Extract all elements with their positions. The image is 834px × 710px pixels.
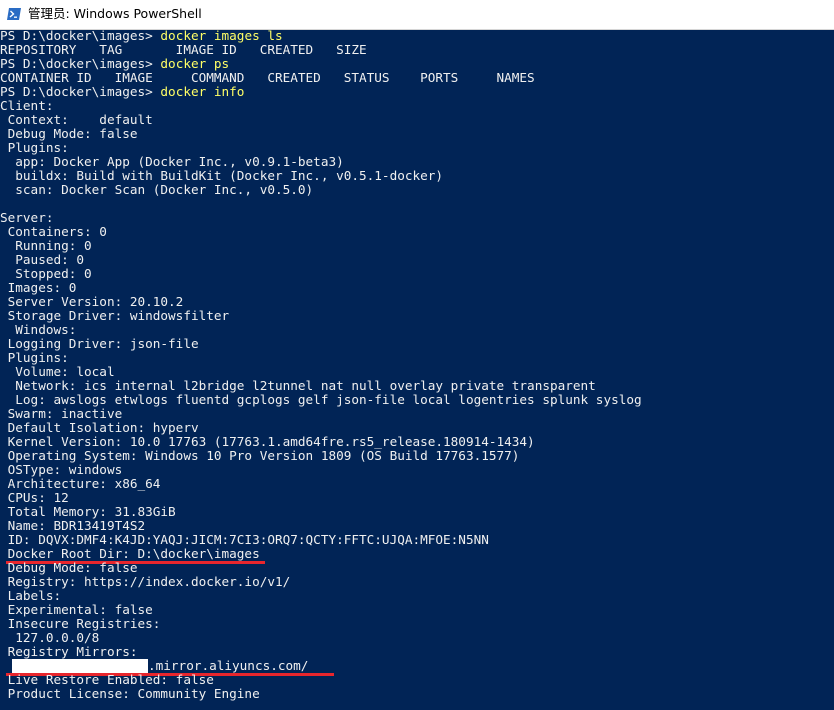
powershell-icon (7, 8, 21, 20)
output-line: ID: DQVX:DMF4:K4JD:YAQJ:JICM:7CI3:ORQ7:Q… (0, 532, 489, 547)
output-line: Images: 0 (0, 280, 77, 295)
output-line: Total Memory: 31.83GiB (0, 504, 176, 519)
output-line: Swarm: inactive (0, 406, 123, 421)
output-line: OSType: windows (0, 462, 123, 477)
output-line: Log: awslogs etwlogs fluentd gcplogs gel… (0, 392, 642, 407)
output-line: Windows: (0, 322, 77, 337)
window-title: 管理员: Windows PowerShell (28, 6, 202, 21)
output-line: Stopped: 0 (0, 266, 92, 281)
output-line: Live Restore Enabled: false (0, 672, 214, 687)
output-line: Name: BDR13419T4S2 (0, 518, 146, 533)
output-line: Debug Mode: false (0, 560, 138, 575)
output-line: Context: default (0, 112, 153, 127)
output-line: Registry: https://index.docker.io/v1/ (0, 574, 291, 589)
output-line: buildx: Build with BuildKit (Docker Inc.… (0, 168, 444, 183)
prompt: PS D:\docker\images> (0, 84, 161, 99)
output-line: CPUs: 12 (0, 490, 69, 505)
output-line: Plugins: (0, 140, 69, 155)
output-line: Plugins: (0, 350, 69, 365)
redacted-block (12, 659, 148, 673)
output-line: 127.0.0.0/8 (0, 630, 100, 645)
output-line: Server: (0, 210, 54, 225)
output-line: Network: ics internal l2bridge l2tunnel … (0, 378, 596, 393)
prompt: PS D:\docker\images> (0, 56, 161, 71)
output-line: REPOSITORY TAG IMAGE ID CREATED SIZE (0, 42, 367, 57)
output-line: Registry Mirrors: (0, 644, 138, 659)
output-line: Paused: 0 (0, 252, 85, 267)
output-line: Insecure Registries: (0, 616, 161, 631)
output-line: Debug Mode: false (0, 126, 138, 141)
output-line: scan: Docker Scan (Docker Inc., v0.5.0) (0, 182, 314, 197)
output-line: Running: 0 (0, 238, 92, 253)
mirror-url-suffix: .mirror.aliyuncs.com/ (148, 658, 309, 673)
command: docker info (160, 84, 245, 99)
prompt: PS D:\docker\images> (0, 29, 161, 43)
title-bar: 管理员: Windows PowerShell (0, 0, 834, 30)
output-line: Volume: local (0, 364, 115, 379)
prompt-line: PS D:\docker\images> docker images ls (0, 29, 283, 43)
output-line: Storage Driver: windowsfilter (0, 308, 230, 323)
output-line: Labels: (0, 588, 62, 603)
registry-mirror-line: .mirror.aliyuncs.com/ (0, 659, 308, 673)
output-line: CONTAINER ID IMAGE COMMAND CREATED STATU… (0, 70, 535, 85)
output-line: Architecture: x86_64 (0, 476, 161, 491)
output-line: Kernel Version: 10.0 17763 (17763.1.amd6… (0, 434, 535, 449)
output-line: Operating System: Windows 10 Pro Version… (0, 448, 520, 463)
output-line: Containers: 0 (0, 224, 107, 239)
prompt-line: PS D:\docker\images> docker ps (0, 57, 229, 71)
command: docker images ls (160, 29, 283, 43)
output-line: app: Docker App (Docker Inc., v0.9.1-bet… (0, 154, 344, 169)
docker-root-dir-line: Docker Root Dir: D:\docker\images (0, 546, 260, 561)
output-line: Server Version: 20.10.2 (0, 294, 184, 309)
prompt-line: PS D:\docker\images> docker info (0, 85, 244, 99)
output-line: Default Isolation: hyperv (0, 420, 199, 435)
console-output[interactable]: PS D:\docker\images> docker images ls RE… (0, 29, 834, 710)
command: docker ps (160, 56, 230, 71)
output-line: Client: (0, 98, 54, 113)
output-line: Logging Driver: json-file (0, 336, 199, 351)
output-line: Product License: Community Engine (0, 686, 260, 701)
output-line: Experimental: false (0, 602, 153, 617)
